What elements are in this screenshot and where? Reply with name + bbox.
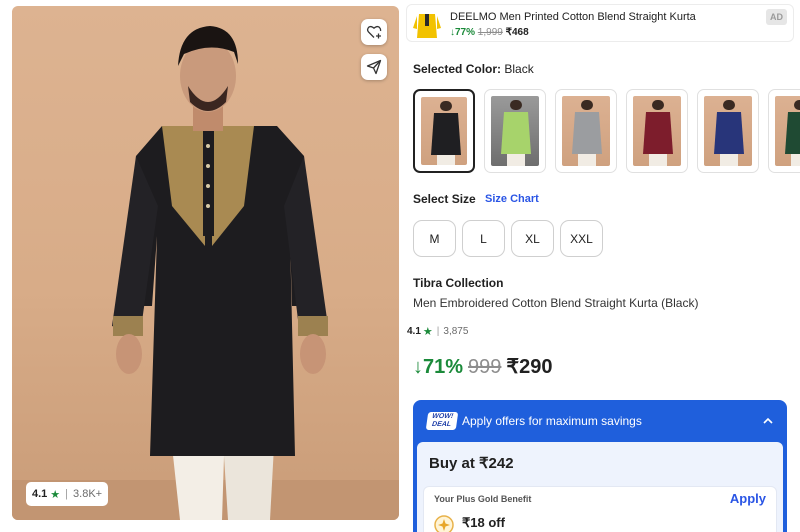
sponsored-product-price: ↓77% 1,999 ₹468 — [450, 27, 529, 38]
cuff-left — [113, 316, 143, 336]
selected-color-value: Black — [504, 62, 534, 76]
star-icon: ★ — [50, 488, 61, 501]
sponsored-product-card[interactable]: DEELMO Men Printed Cotton Blend Straight… — [406, 4, 794, 42]
swatch-figure — [572, 100, 602, 166]
select-size-label: Select Size — [413, 192, 476, 206]
sponsored-selling-price: ₹468 — [505, 27, 529, 38]
offers-title: Apply offers for maximum savings — [462, 414, 642, 428]
discount-percent: ↓71% — [413, 356, 464, 378]
offers-panel: WOW! DEAL Apply offers for maximum savin… — [413, 400, 787, 532]
swatch-image — [775, 96, 800, 166]
placket — [203, 126, 214, 236]
model-illustration — [112, 26, 328, 520]
ad-badge: AD — [766, 9, 787, 25]
offer-card: Your Plus Gold Benefit Apply ₹18 off — [423, 486, 777, 532]
star-icon: ★ — [422, 326, 433, 338]
selected-color-label: Selected Color: — [413, 62, 502, 76]
image-rating-badge: 4.1 ★ | 3.8K+ — [26, 482, 109, 506]
heart-plus-icon — [366, 25, 382, 39]
apply-button[interactable]: Apply — [730, 491, 766, 506]
selected-color: Selected Color: Black — [413, 62, 534, 76]
brand-name[interactable]: Tibra Collection — [413, 276, 503, 290]
rating-value: 4.1 — [407, 326, 421, 337]
rating-count: 3,875 — [443, 326, 469, 337]
size-option-l[interactable]: L — [462, 220, 505, 257]
hand-left — [116, 334, 142, 374]
color-swatch-grey[interactable] — [555, 89, 617, 173]
size-option-m[interactable]: M — [413, 220, 456, 257]
offers-body: Buy at ₹242 Your Plus Gold Benefit Apply… — [417, 442, 783, 532]
swatch-image — [421, 97, 467, 165]
product-rating[interactable]: 4.1 ★ | 3,875 — [407, 325, 468, 338]
color-swatch-list — [413, 89, 800, 175]
swatch-figure — [501, 100, 531, 166]
swatch-figure — [431, 101, 461, 165]
offer-amount: ₹18 off — [462, 515, 505, 530]
offer-label: Your Plus Gold Benefit — [434, 494, 532, 504]
selling-price: ₹290 — [506, 356, 553, 378]
color-swatch-maroon[interactable] — [626, 89, 688, 173]
share-button[interactable] — [361, 54, 387, 80]
pyjama-left — [172, 446, 224, 520]
product-image[interactable]: 4.1 ★ | 3.8K+ — [12, 6, 399, 520]
wow-deal-line2: DEAL — [431, 421, 452, 428]
pyjama-right — [224, 446, 274, 520]
swatch-image — [562, 96, 610, 166]
image-rating-count: 3.8K+ — [73, 488, 103, 500]
swatch-image — [491, 96, 539, 166]
swatch-image — [633, 96, 681, 166]
swatch-figure — [714, 100, 744, 166]
swatch-figure — [643, 100, 673, 166]
send-icon — [366, 59, 382, 75]
chevron-up-icon[interactable] — [761, 414, 775, 428]
product-title: Men Embroidered Cotton Blend Straight Ku… — [413, 296, 699, 310]
buy-at-price: Buy at ₹242 — [429, 455, 514, 472]
color-swatch-black[interactable] — [413, 89, 475, 173]
wow-deal-logo: WOW! DEAL — [425, 412, 459, 430]
sponsored-product-title: DEELMO Men Printed Cotton Blend Straight… — [450, 11, 696, 23]
price-row: ↓71% 999 ₹290 — [413, 354, 553, 379]
size-option-xxl[interactable]: XXL — [560, 220, 603, 257]
size-option-xl[interactable]: XL — [511, 220, 554, 257]
divider: | — [65, 488, 69, 500]
cuff-right — [298, 316, 328, 336]
swatch-image — [704, 96, 752, 166]
color-swatch-green[interactable] — [768, 89, 800, 173]
swatch-figure — [785, 100, 800, 166]
supercoin-icon — [434, 515, 454, 532]
sponsored-mrp: 1,999 — [477, 27, 503, 38]
size-chart-link[interactable]: Size Chart — [485, 193, 539, 205]
sponsored-product-thumbnail — [413, 8, 441, 40]
mrp: 999 — [468, 356, 502, 378]
divider: | — [436, 326, 440, 337]
image-rating-value: 4.1 — [32, 488, 48, 500]
color-swatch-lime[interactable] — [484, 89, 546, 173]
sponsored-discount: ↓77% — [450, 27, 476, 38]
wishlist-button[interactable] — [361, 19, 387, 45]
wow-deal-line1: WOW! — [431, 413, 454, 420]
hand-right — [300, 334, 326, 374]
color-swatch-navy[interactable] — [697, 89, 759, 173]
